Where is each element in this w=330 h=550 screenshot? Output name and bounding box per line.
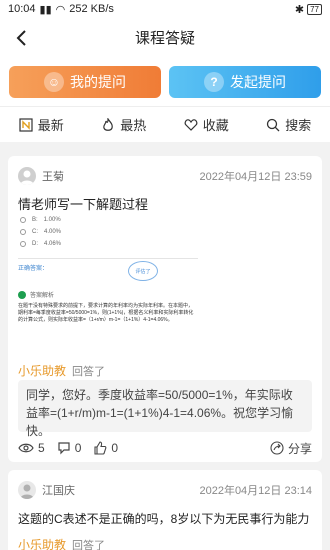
author-row: 江国庆 2022年04月12日 23:14 bbox=[18, 480, 312, 500]
wifi-icon: ◠ bbox=[55, 3, 66, 16]
radio-icon bbox=[20, 241, 26, 247]
stats-row: 5 0 0 分享 bbox=[18, 438, 312, 458]
question-card[interactable]: 王菊 2022年04月12日 23:59 情老师写一下解题过程 B: 1.00%… bbox=[8, 156, 322, 462]
post-time: 2022年04月12日 23:14 bbox=[199, 485, 312, 497]
author-name: 江国庆 bbox=[42, 485, 75, 497]
tab-latest-label: 最新 bbox=[37, 118, 64, 133]
analysis-icon bbox=[18, 290, 26, 299]
thumbs-up-icon bbox=[94, 441, 107, 455]
option-row: D: 4.06% bbox=[18, 238, 198, 250]
answered-label: 回答了 bbox=[72, 365, 106, 378]
answerer-name: 小乐助教 bbox=[18, 364, 67, 378]
tab-hottest[interactable]: 最热 bbox=[101, 115, 146, 134]
my-questions-label: 我的提问 bbox=[70, 74, 126, 90]
tab-search[interactable]: 搜索 bbox=[266, 115, 311, 134]
answerer-row: 小乐助教 回答了 bbox=[18, 536, 105, 550]
views-stat: 5 bbox=[18, 441, 45, 455]
question-text: 这题的C表述不是正确的吗，8岁以下为无民事行为能力 bbox=[18, 512, 310, 526]
nav-bar: 课程答疑 bbox=[0, 18, 330, 56]
new-badge-icon bbox=[19, 117, 33, 132]
radio-icon bbox=[20, 229, 26, 235]
tab-latest[interactable]: 最新 bbox=[19, 115, 64, 134]
tab-favorites[interactable]: 收藏 bbox=[184, 115, 229, 134]
ask-question-label: 发起提问 bbox=[230, 74, 286, 90]
option-value: 1.00% bbox=[43, 217, 61, 223]
share-icon bbox=[270, 441, 284, 455]
option-key: B: bbox=[32, 217, 38, 223]
question-card[interactable]: 江国庆 2022年04月12日 23:14 这题的C表述不是正确的吗，8岁以下为… bbox=[8, 470, 322, 550]
search-icon bbox=[267, 118, 280, 131]
radio-icon bbox=[20, 217, 26, 223]
comment-icon bbox=[58, 442, 70, 455]
eye-icon bbox=[18, 443, 34, 453]
share-label: 分享 bbox=[287, 441, 312, 456]
share-button[interactable]: 分享 bbox=[270, 440, 312, 457]
comments-count: 0 bbox=[74, 441, 82, 455]
answered-label: 回答了 bbox=[72, 539, 106, 550]
back-button[interactable] bbox=[10, 26, 34, 50]
action-row: ☺ 我的提问 ? 发起提问 bbox=[0, 56, 330, 106]
my-questions-button[interactable]: ☺ 我的提问 bbox=[9, 66, 161, 98]
option-row: B: 1.00% bbox=[18, 214, 198, 226]
comments-stat[interactable]: 0 bbox=[57, 441, 82, 455]
user-icon bbox=[20, 170, 34, 185]
clock: 10:04 bbox=[8, 3, 36, 15]
question-mark-icon: ? bbox=[204, 72, 224, 92]
option-key: C: bbox=[32, 229, 38, 235]
post-time: 2022年04月12日 23:59 bbox=[199, 171, 312, 183]
flame-icon bbox=[103, 117, 114, 131]
bluetooth-icon: ✱ bbox=[294, 3, 305, 16]
reply-text: 同学，您好。季度收益率=50/5000=1%，年实际收益率=(1+r/m)m-1… bbox=[18, 380, 312, 438]
option-value: 4.06% bbox=[44, 241, 62, 247]
filter-tabs: 最新 最热 收藏 搜索 bbox=[0, 106, 330, 142]
signal-icon: ▮▮ bbox=[39, 3, 52, 16]
likes-stat[interactable]: 0 bbox=[93, 441, 118, 455]
question-image[interactable]: B: 1.00% C: 4.00% D: 4.06% 正确答案： 评估了 答案解… bbox=[18, 214, 198, 338]
network-speed: 252 KB/s bbox=[69, 3, 114, 15]
user-icon bbox=[20, 484, 34, 499]
tab-favorites-label: 收藏 bbox=[202, 118, 229, 133]
battery-icon: 77 bbox=[307, 3, 322, 15]
ask-question-button[interactable]: ? 发起提问 bbox=[169, 66, 321, 98]
status-bar: 10:04 ▮▮ ◠ 252 KB/s ✱ 77 bbox=[0, 0, 330, 18]
views-count: 5 bbox=[38, 441, 45, 455]
option-key: D: bbox=[32, 241, 38, 247]
option-value: 4.00% bbox=[44, 229, 62, 235]
answerer-name: 小乐助教 bbox=[18, 538, 67, 550]
author-name: 王菊 bbox=[42, 171, 64, 183]
tab-hottest-label: 最热 bbox=[120, 118, 147, 133]
analysis-header: 答案解析 bbox=[18, 290, 198, 299]
answer-box: 正确答案： 评估了 bbox=[18, 258, 198, 284]
option-row: C: 4.00% bbox=[18, 226, 198, 238]
chevron-left-icon bbox=[16, 30, 26, 46]
page-title: 课程答疑 bbox=[134, 29, 195, 47]
question-text: 情老师写一下解题过程 bbox=[18, 197, 149, 212]
answerer-row: 小乐助教 回答了 bbox=[18, 362, 105, 379]
likes-count: 0 bbox=[111, 441, 119, 455]
analysis-text: 在题干没有特殊要求的前提下，要求计算的年利率均为实际年利率。在本题中，期利率=每… bbox=[18, 303, 194, 323]
person-icon: ☺ bbox=[44, 72, 64, 92]
tab-search-label: 搜索 bbox=[285, 118, 312, 133]
avatar bbox=[18, 481, 36, 499]
analysis-label: 答案解析 bbox=[30, 293, 55, 299]
author-row: 王菊 2022年04月12日 23:59 bbox=[18, 166, 312, 186]
assessment-stamp: 评估了 bbox=[128, 261, 158, 281]
heart-icon bbox=[184, 118, 198, 131]
avatar bbox=[18, 167, 36, 185]
answer-label: 正确答案： bbox=[18, 266, 49, 272]
